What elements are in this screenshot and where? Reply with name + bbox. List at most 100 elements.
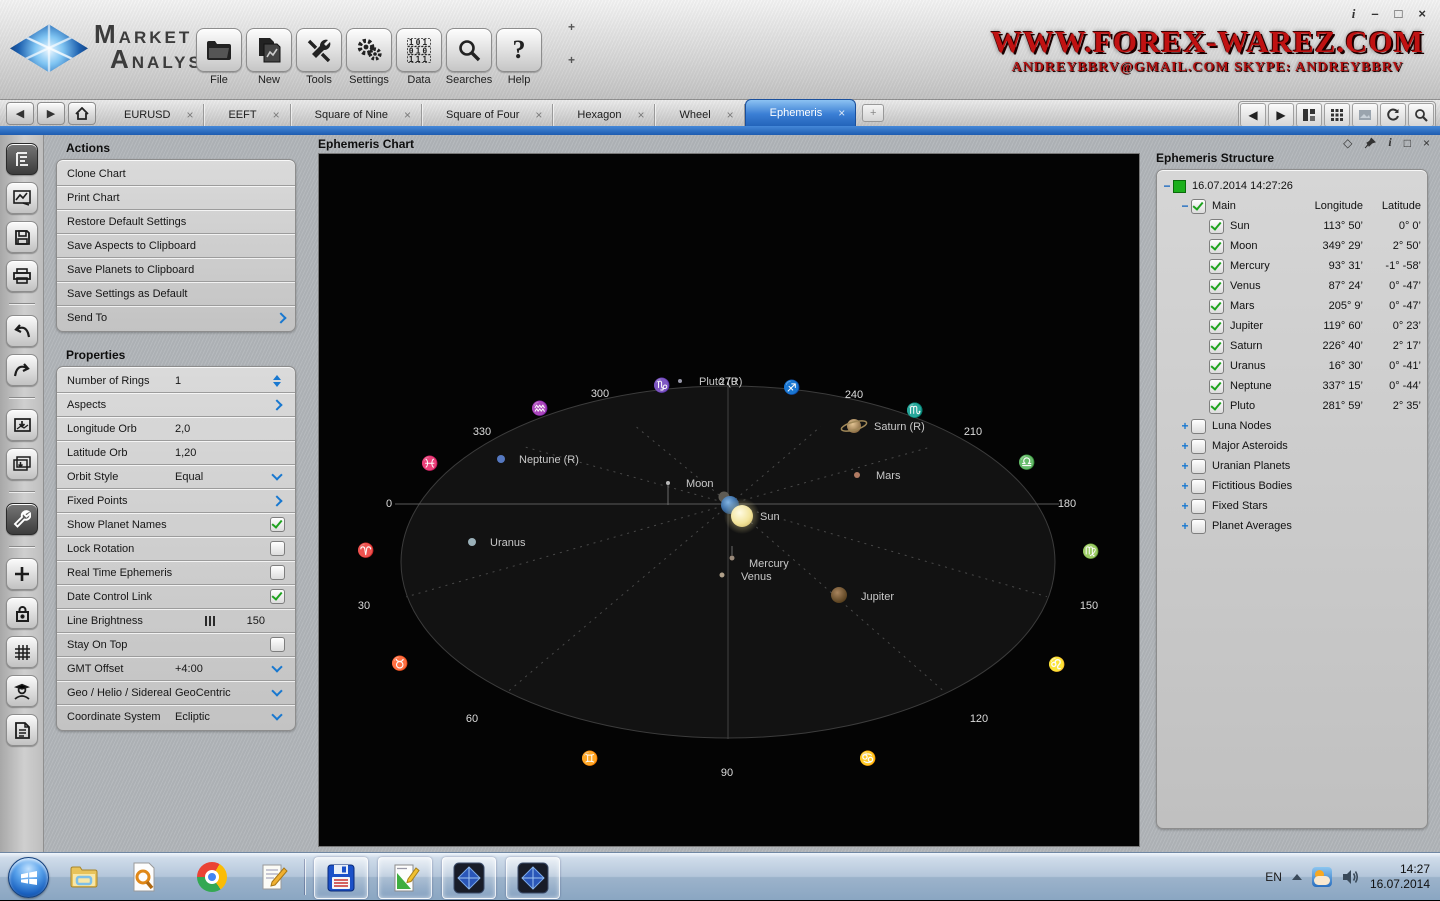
side-button-grid[interactable]	[6, 636, 38, 668]
tree-planet-saturn[interactable]: Saturn226° 40’2° 17’	[1161, 336, 1423, 356]
tabbar-next-button[interactable]: ▶	[1268, 103, 1294, 127]
side-button-lock[interactable]	[6, 597, 38, 629]
tabbar-search-button[interactable]	[1408, 103, 1434, 127]
tree-planet-neptune[interactable]: Neptune337° 15’0° -44’	[1161, 376, 1423, 396]
checkbox[interactable]	[1209, 279, 1224, 294]
side-button-trainer[interactable]	[6, 675, 38, 707]
planet-venus[interactable]	[720, 573, 725, 578]
property-real-time-ephemeris[interactable]: Real Time Ephemeris	[57, 561, 295, 585]
checkbox[interactable]	[270, 517, 285, 532]
planet-pluto[interactable]	[678, 379, 682, 383]
tab-close-icon[interactable]: ×	[273, 108, 280, 122]
checkbox[interactable]	[1191, 479, 1206, 494]
tray-expand-icon[interactable]	[1292, 874, 1302, 880]
tree-planet-moon[interactable]: Moon349° 29’2° 50’	[1161, 236, 1423, 256]
action-send-to[interactable]: Send To	[57, 306, 295, 329]
dropdown-chevron-icon[interactable]	[271, 709, 282, 720]
start-button[interactable]	[8, 857, 49, 898]
taskbar-notepad-button[interactable]	[258, 861, 290, 893]
checkbox[interactable]	[1209, 319, 1224, 334]
planet-uranus[interactable]	[468, 538, 476, 546]
diamond-icon[interactable]: ◇	[1343, 136, 1352, 150]
window-close-button[interactable]: ×	[1418, 6, 1426, 22]
tab-square-of-four[interactable]: Square of Four×	[422, 104, 553, 126]
property-aspects[interactable]: Aspects	[57, 393, 295, 417]
spinner-icon[interactable]	[273, 375, 281, 387]
tree-group-uranian-planets[interactable]: +Uranian Planets	[1161, 456, 1423, 476]
action-restore-default-settings[interactable]: Restore Default Settings	[57, 210, 295, 234]
action-save-aspects-to-clipboard[interactable]: Save Aspects to Clipboard	[57, 234, 295, 258]
property-gmt-offset[interactable]: GMT Offset+4:00	[57, 657, 295, 681]
taskbar-app-editor[interactable]	[378, 857, 432, 899]
side-button-add[interactable]	[6, 558, 38, 590]
property-date-control-link[interactable]: Date Control Link	[57, 585, 295, 609]
toolbar-button-new[interactable]: New	[246, 28, 292, 86]
checkbox[interactable]	[270, 541, 285, 556]
collapse-icon[interactable]: −	[1161, 179, 1173, 193]
action-clone-chart[interactable]: Clone Chart	[57, 162, 295, 186]
tree-planet-mars[interactable]: Mars205° 9’0° -47’	[1161, 296, 1423, 316]
tray-volume-icon[interactable]	[1342, 869, 1360, 885]
tray-weather-icon[interactable]	[1312, 867, 1332, 887]
side-button-tools-wrench[interactable]	[6, 503, 38, 535]
checkbox[interactable]	[1191, 199, 1206, 214]
window-minimize-button[interactable]: –	[1371, 6, 1378, 22]
tab-close-icon[interactable]: ×	[727, 108, 734, 122]
planet-sun[interactable]	[731, 505, 753, 527]
toolbar-button-file[interactable]: File	[196, 28, 242, 86]
planet-moon[interactable]	[666, 481, 670, 485]
checkbox[interactable]	[270, 589, 285, 604]
tree-group-fixed-stars[interactable]: +Fixed Stars	[1161, 496, 1423, 516]
tree-planet-pluto[interactable]: Pluto281° 59’2° 35’	[1161, 396, 1423, 416]
taskbar-app-market-analyst-2[interactable]	[506, 857, 560, 899]
toolbar-button-help[interactable]: ?Help	[496, 28, 542, 86]
tray-clock[interactable]: 14:27 16.07.2014	[1370, 862, 1430, 892]
tab-close-icon[interactable]: ×	[637, 108, 644, 122]
ephemeris-chart[interactable]: 0306090120150180210240270300330♈♉♊♋♌♍♎♏♐…	[318, 153, 1140, 847]
property-coordinate-system[interactable]: Coordinate SystemEcliptic	[57, 705, 295, 728]
close-panel-icon[interactable]: ×	[1423, 136, 1430, 150]
tree-planet-mercury[interactable]: Mercury93° 31’-1° -58’	[1161, 256, 1423, 276]
tab-square-of-nine[interactable]: Square of Nine×	[291, 104, 422, 126]
side-button-export-image[interactable]	[6, 409, 38, 441]
window-info-button[interactable]: i	[1352, 6, 1356, 22]
collapse-icon[interactable]: −	[1179, 199, 1191, 213]
expand-icon[interactable]: +	[1179, 419, 1191, 433]
checkbox[interactable]	[1209, 239, 1224, 254]
tray-language[interactable]: EN	[1265, 870, 1282, 884]
tab-eurusd[interactable]: EURUSD×	[100, 104, 204, 126]
property-fixed-points[interactable]: Fixed Points	[57, 489, 295, 513]
tree-root-date[interactable]: −16.07.2014 14:27:26	[1161, 176, 1423, 196]
toolbar-button-searches[interactable]: Searches	[446, 28, 492, 86]
tabbar-image-button[interactable]	[1352, 103, 1378, 127]
property-number-of-rings[interactable]: Number of Rings1	[57, 369, 295, 393]
taskbar-app-floppy[interactable]	[314, 857, 368, 899]
side-button-chart-actions[interactable]	[6, 143, 38, 175]
checkbox[interactable]	[1191, 419, 1206, 434]
expand-icon[interactable]: +	[1179, 519, 1191, 533]
checkbox[interactable]	[1209, 399, 1224, 414]
tree-group-luna-nodes[interactable]: +Luna Nodes	[1161, 416, 1423, 436]
side-button-export-images[interactable]	[6, 448, 38, 480]
checkbox[interactable]	[1191, 499, 1206, 514]
tab-eeft[interactable]: EEFT×	[204, 104, 290, 126]
nav-forward-button[interactable]: ▶	[37, 102, 65, 125]
property-orbit-style[interactable]: Orbit StyleEqual	[57, 465, 295, 489]
action-print-chart[interactable]: Print Chart	[57, 186, 295, 210]
planet-mercury[interactable]	[730, 556, 735, 561]
property-show-planet-names[interactable]: Show Planet Names	[57, 513, 295, 537]
tab-close-icon[interactable]: ×	[186, 108, 193, 122]
window-maximize-button[interactable]: □	[1395, 6, 1403, 22]
tree-planet-jupiter[interactable]: Jupiter119° 60’0° 23’	[1161, 316, 1423, 336]
dropdown-chevron-icon[interactable]	[271, 661, 282, 672]
expand-icon[interactable]: +	[1179, 479, 1191, 493]
checkbox[interactable]	[1209, 339, 1224, 354]
toolbar-button-tools[interactable]: Tools	[296, 28, 342, 86]
taskbar-app-market-analyst-1[interactable]	[442, 857, 496, 899]
pin-icon[interactable]	[1364, 137, 1376, 149]
tab-hexagon[interactable]: Hexagon×	[553, 104, 655, 126]
checkbox[interactable]	[1209, 379, 1224, 394]
tabbar-prev-button[interactable]: ◀	[1240, 103, 1266, 127]
checkbox[interactable]	[1209, 359, 1224, 374]
property-lock-rotation[interactable]: Lock Rotation	[57, 537, 295, 561]
